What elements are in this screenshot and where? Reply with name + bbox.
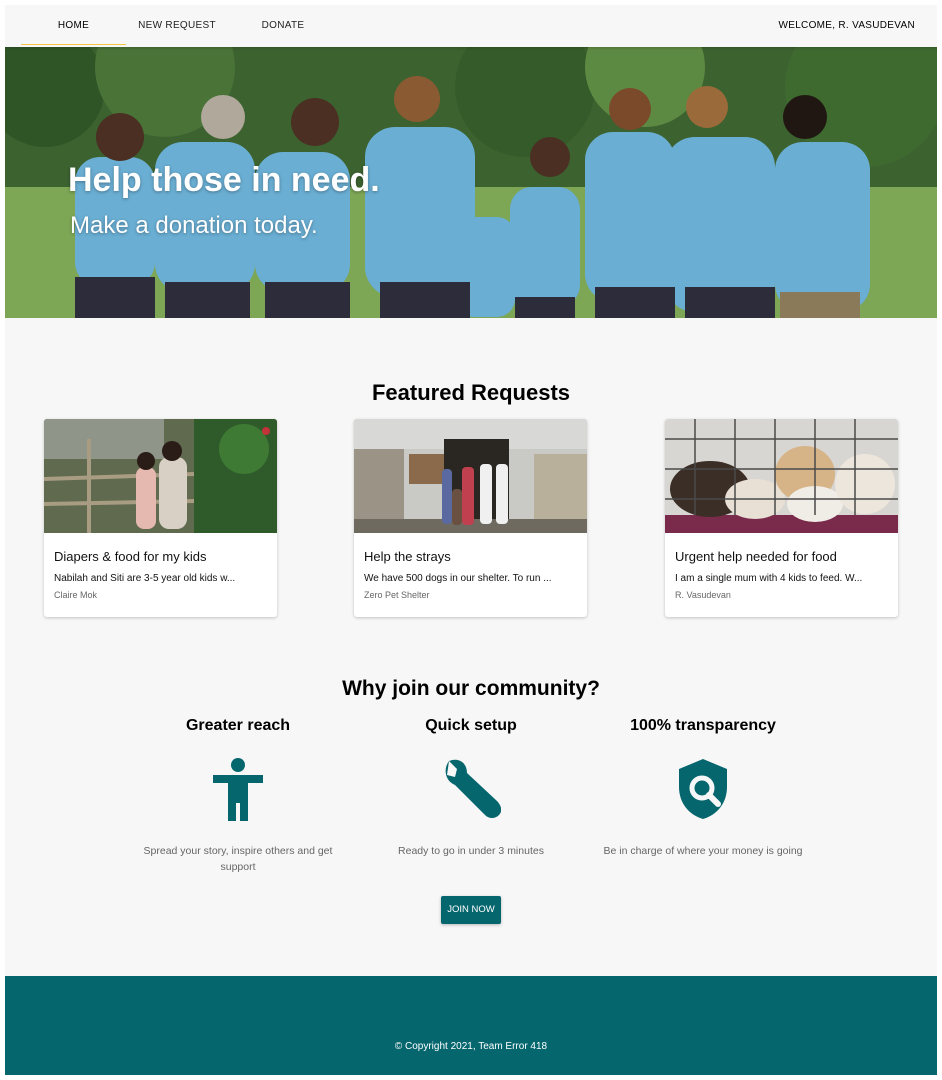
feature-heading: Greater reach (185, 717, 291, 734)
join-now-button[interactable]: JOIN NOW (441, 896, 501, 924)
request-card[interactable]: Urgent help needed for food I am a singl… (665, 419, 898, 617)
feature-heading: Quick setup (425, 717, 517, 734)
hero-title: Help those in need. (68, 161, 380, 199)
request-card-author: Zero Pet Shelter (364, 590, 430, 600)
feature-quick-setup: Quick setup Ready to go in under 3 minut… (371, 717, 571, 857)
request-card-description: Nabilah and Siti are 3-5 year old kids w… (54, 573, 236, 584)
feature-greater-reach: Greater reach Spread your story, inspire… (138, 717, 338, 873)
footer-copyright: © Copyright 2021, Team Error 418 (394, 1041, 548, 1052)
request-card-photo-kids (44, 419, 277, 533)
request-card-description: I am a single mum with 4 kids to feed. W… (675, 573, 863, 584)
nav-home-tab[interactable]: HOME (21, 5, 126, 47)
feature-description: Spread your story, inspire others and ge… (143, 845, 333, 873)
hero-banner: Help those in need. Make a donation toda… (5, 47, 937, 318)
request-card[interactable]: Diapers & food for my kids Nabilah and S… (44, 419, 277, 617)
featured-requests-heading: Featured Requests (371, 380, 571, 405)
request-card-title: Help the strays (364, 549, 451, 564)
request-card-photo-dogs (665, 419, 898, 533)
feature-transparency: 100% transparency Be in charge of where … (603, 717, 803, 857)
footer: © Copyright 2021, Team Error 418 (5, 976, 937, 1075)
nav-new-request-tab[interactable]: NEW REQUEST (127, 5, 227, 47)
request-card[interactable]: Help the strays We have 500 dogs in our … (354, 419, 587, 617)
nav-donate-tab[interactable]: DONATE (243, 5, 323, 47)
why-join-heading: Why join our community? (342, 677, 600, 700)
shield-search-icon (679, 759, 727, 819)
accessibility-person-icon (213, 758, 263, 821)
request-card-author: Claire Mok (54, 590, 98, 600)
feature-description: Ready to go in under 3 minutes (398, 845, 544, 857)
request-card-title: Urgent help needed for food (675, 549, 837, 564)
feature-description: Be in charge of where your money is goin… (603, 845, 803, 857)
request-card-title: Diapers & food for my kids (54, 549, 207, 564)
request-card-photo-shelter (354, 419, 587, 533)
page: HOME NEW REQUEST DONATE WELCOME, R. VASU… (5, 5, 937, 1075)
hero-subtitle: Make a donation today. (70, 212, 318, 239)
top-navbar: HOME NEW REQUEST DONATE WELCOME, R. VASU… (5, 5, 937, 47)
feature-heading: 100% transparency (630, 717, 776, 734)
request-card-description: We have 500 dogs in our shelter. To run … (364, 573, 552, 584)
request-card-author: R. Vasudevan (675, 590, 731, 600)
wrench-icon (445, 759, 501, 818)
welcome-user-label[interactable]: WELCOME, R. VASUDEVAN (778, 5, 915, 47)
